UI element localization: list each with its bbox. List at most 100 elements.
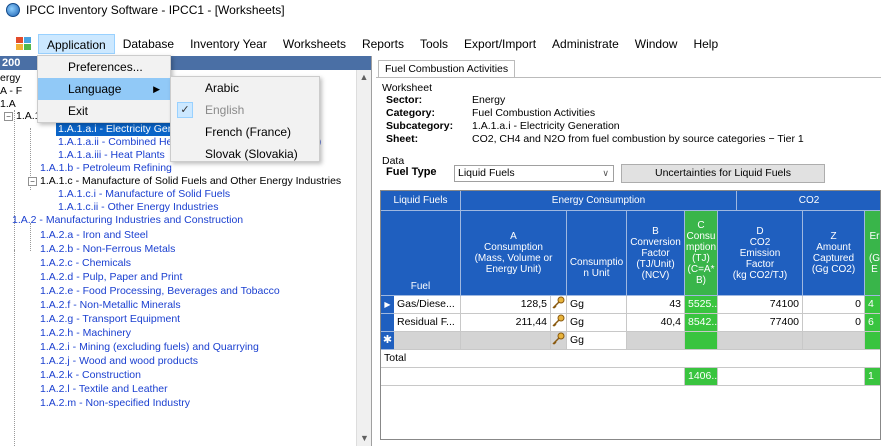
cell-e: 4: [865, 296, 880, 314]
group-header-energy-consumption: Energy Consumption: [461, 191, 737, 211]
group-header-co2: CO2: [737, 191, 880, 211]
new-row-icon[interactable]: ✱: [381, 332, 394, 350]
scroll-down-icon[interactable]: ▼: [357, 431, 371, 446]
key-cell[interactable]: [551, 314, 567, 332]
cell-fuel[interactable]: Residual F...: [394, 314, 461, 332]
collapse-icon[interactable]: −: [4, 111, 13, 121]
cell-d[interactable]: [718, 332, 803, 350]
row-header[interactable]: [381, 314, 394, 332]
cell-z[interactable]: 0: [803, 296, 865, 314]
cell-d[interactable]: 74100: [718, 296, 803, 314]
chevron-down-icon: ∨: [602, 168, 609, 178]
menu-database[interactable]: Database: [115, 34, 182, 54]
cell-b[interactable]: 43: [627, 296, 685, 314]
tree-node-1a2g[interactable]: 1.A.2.g - Transport Equipment: [40, 313, 180, 326]
worksheet-section-label: Worksheet: [382, 82, 432, 94]
tree-node-1a1c[interactable]: −1.A.1.c - Manufacture of Solid Fuels an…: [28, 175, 341, 188]
tree-node-1a1aiii[interactable]: 1.A.1.a.iii - Heat Plants: [58, 149, 165, 162]
lang-slovak[interactable]: Slovak (Slovakia): [171, 143, 319, 165]
menu-administrate[interactable]: Administrate: [544, 34, 627, 54]
col-header-e[interactable]: Er (G E: [865, 211, 880, 296]
tree-partial-2[interactable]: A - F: [0, 85, 22, 98]
menu-preferences[interactable]: Preferences...: [38, 56, 170, 78]
tree-node-1a2l[interactable]: 1.A.2.l - Textile and Leather: [40, 383, 168, 396]
menu-reports[interactable]: Reports: [354, 34, 412, 54]
tree-scrollbar[interactable]: ▲ ▼: [356, 70, 371, 446]
key-icon[interactable]: [551, 296, 565, 310]
menu-exit[interactable]: Exit: [38, 100, 170, 122]
app-icon: [6, 3, 20, 17]
scroll-up-icon[interactable]: ▲: [357, 70, 371, 85]
tree-node-1a2j[interactable]: 1.A.2.j - Wood and wood products: [40, 355, 198, 368]
key-cell[interactable]: [551, 296, 567, 314]
menu-inventory-year[interactable]: Inventory Year: [182, 34, 275, 54]
cell-unit[interactable]: Gg: [567, 296, 627, 314]
cell-d[interactable]: 77400: [718, 314, 803, 332]
cell-c: [685, 332, 718, 350]
cell-z[interactable]: 0: [803, 314, 865, 332]
fuel-type-select[interactable]: Liquid Fuels ∨: [454, 165, 614, 182]
subcategory-row: Subcategory: 1.A.1.a.i - Electricity Gene…: [386, 120, 620, 132]
total-spacer-2: [718, 368, 865, 386]
tree-node-1a1b[interactable]: 1.A.1.b - Petroleum Refining: [40, 162, 172, 175]
tree-node-1a1ai[interactable]: 1.A.1.a.i - Electricity Gen: [56, 123, 176, 136]
tree-node-1a2[interactable]: 1.A.2 - Manufacturing Industries and Con…: [12, 214, 243, 227]
collapse-icon[interactable]: −: [28, 176, 37, 186]
tree-node-1a2c[interactable]: 1.A.2.c - Chemicals: [40, 257, 131, 270]
total-label: Total: [381, 350, 880, 368]
cell-b[interactable]: [627, 332, 685, 350]
tree-node-1a2b[interactable]: 1.A.2.b - Non-Ferrous Metals: [40, 243, 175, 256]
col-header-unit[interactable]: Consumptio n Unit: [567, 211, 627, 296]
tree-node-1a2k[interactable]: 1.A.2.k - Construction: [40, 369, 141, 382]
cell-unit[interactable]: Gg: [567, 332, 627, 350]
title-bar: IPCC Inventory Software - IPCC1 - [Works…: [0, 0, 881, 20]
col-header-b[interactable]: B Conversion Factor (TJ/Unit) (NCV): [627, 211, 685, 296]
cell-a[interactable]: 211,44: [461, 314, 551, 332]
tree-node-1a2h[interactable]: 1.A.2.h - Machinery: [40, 327, 131, 340]
cell-c: 5525...: [685, 296, 718, 314]
tree-node-1a2i[interactable]: 1.A.2.i - Mining (excluding fuels) and Q…: [40, 341, 259, 354]
tree-node-1a2f[interactable]: 1.A.2.f - Non-Metallic Minerals: [40, 299, 181, 312]
menu-application[interactable]: Application: [38, 34, 115, 54]
tree-partial-1[interactable]: ergy: [0, 72, 20, 85]
menu-language[interactable]: Language ▶: [38, 78, 170, 100]
menu-export-import[interactable]: Export/Import: [456, 34, 544, 54]
col-header-a[interactable]: A Consumption (Mass, Volume or Energy Un…: [461, 211, 567, 296]
tree-node-1a2e[interactable]: 1.A.2.e - Food Processing, Beverages and…: [40, 285, 280, 298]
group-header-liquid-fuels: Liquid Fuels: [381, 191, 461, 211]
menu-window[interactable]: Window: [627, 34, 686, 54]
col-header-c[interactable]: C Consu mption (TJ) (C=A* B): [685, 211, 718, 296]
col-header-d[interactable]: D CO2 Emission Factor (kg CO2/TJ): [718, 211, 803, 296]
menu-bar: Application Database Inventory Year Work…: [0, 34, 881, 54]
tree-node-1a2m[interactable]: 1.A.2.m - Non-specified Industry: [40, 397, 190, 410]
cell-a[interactable]: 128,5: [461, 296, 551, 314]
cell-fuel[interactable]: [394, 332, 461, 350]
menu-tools[interactable]: Tools: [412, 34, 456, 54]
lang-arabic[interactable]: Arabic: [171, 77, 319, 99]
menu-help[interactable]: Help: [685, 34, 726, 54]
tree-node-1a1cii[interactable]: 1.A.1.c.ii - Other Energy Industries: [58, 201, 218, 214]
cell-b[interactable]: 40,4: [627, 314, 685, 332]
uncertainties-button[interactable]: Uncertainties for Liquid Fuels: [621, 164, 825, 183]
cell-fuel[interactable]: Gas/Diese...: [394, 296, 461, 314]
checkmark-icon: ✓: [177, 102, 193, 118]
cell-z[interactable]: [803, 332, 865, 350]
mdi-window-icon[interactable]: [16, 37, 32, 51]
key-icon[interactable]: [551, 332, 565, 346]
lang-french[interactable]: French (France): [171, 121, 319, 143]
tab-fuel-combustion[interactable]: Fuel Combustion Activities: [378, 60, 516, 78]
worksheet-grid: Liquid Fuels Energy Consumption CO2 Fuel…: [380, 190, 881, 440]
key-cell[interactable]: [551, 332, 567, 350]
cell-unit[interactable]: Gg: [567, 314, 627, 332]
tree-node-1a1ci[interactable]: 1.A.1.c.i - Manufacture of Solid Fuels: [58, 188, 230, 201]
cell-a[interactable]: [461, 332, 551, 350]
lang-english[interactable]: ✓ English: [171, 99, 319, 121]
menu-worksheets[interactable]: Worksheets: [275, 34, 354, 54]
col-header-z[interactable]: Z Amount Captured (Gg CO2): [803, 211, 865, 296]
tree-node-1a2a[interactable]: 1.A.2.a - Iron and Steel: [40, 229, 148, 242]
cell-c: 8542...: [685, 314, 718, 332]
row-selector-icon[interactable]: ▶: [381, 296, 394, 314]
col-header-fuel[interactable]: Fuel: [381, 211, 461, 296]
key-icon[interactable]: [551, 314, 565, 328]
tree-node-1a2d[interactable]: 1.A.2.d - Pulp, Paper and Print: [40, 271, 182, 284]
